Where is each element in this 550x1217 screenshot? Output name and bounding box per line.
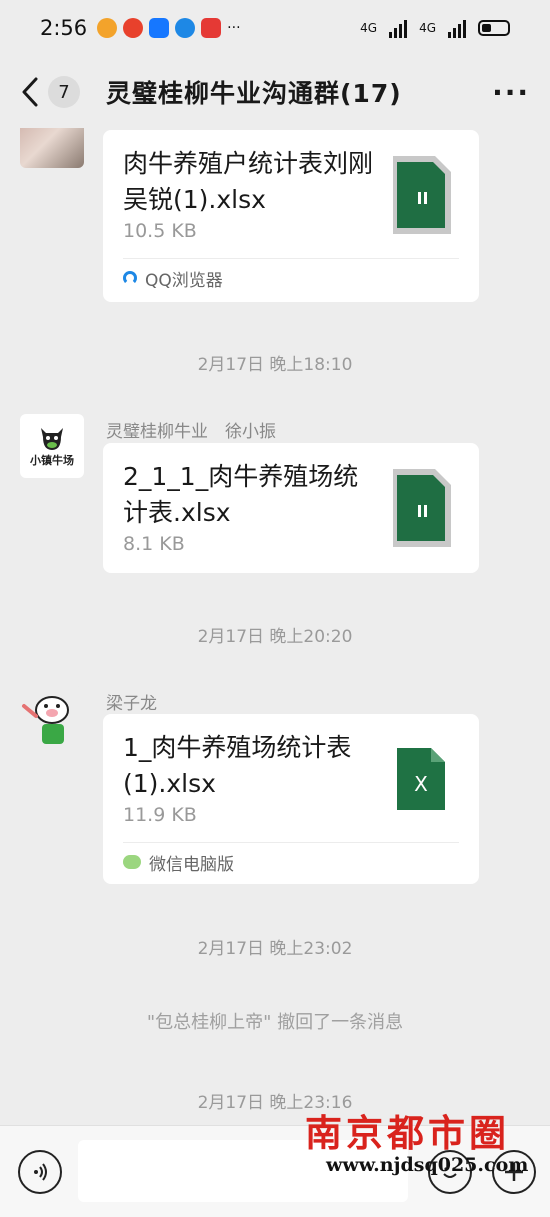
chevron-left-icon	[22, 77, 38, 107]
chat-title: 灵璧桂柳牛业沟通群(17)	[106, 79, 402, 108]
status-right: 4G 4G	[360, 18, 510, 38]
cow-logo-icon	[41, 428, 63, 450]
excel-file-icon	[393, 469, 451, 547]
watermark-logo-text: 南京都市圈	[305, 1111, 510, 1155]
avatar[interactable]: 小镇牛场	[20, 414, 84, 478]
pig-cartoon-icon	[22, 696, 69, 744]
qq-browser-icon	[123, 271, 137, 285]
source-app-label: 微信电脑版	[149, 854, 234, 875]
file-message-card[interactable]: 2_1_1_肉牛养殖场统计表.xlsx 8.1 KB	[103, 443, 479, 573]
sender-name: 灵璧桂柳牛业 徐小振	[106, 422, 276, 442]
more-notifications-icon: ···	[227, 20, 241, 36]
signal-icon	[389, 18, 408, 38]
weibo-icon	[97, 18, 118, 38]
voice-icon	[34, 1163, 47, 1181]
timestamp: 2月17日 晚上20:20	[197, 627, 353, 647]
unread-count-badge: 7	[48, 76, 80, 108]
source-app: 微信电脑版	[123, 842, 459, 881]
more-options-button[interactable]: ···	[492, 76, 530, 109]
file-name: 2_1_1_肉牛养殖场统计表.xlsx	[123, 462, 359, 527]
signal-icon	[448, 18, 466, 38]
excel-file-icon: X	[397, 748, 445, 810]
file-name: 1_肉牛养殖场统计表(1).xlsx	[123, 733, 352, 798]
file-message-card[interactable]: 1_肉牛养殖场统计表(1).xlsx 11.9 KB X 微信电脑版	[103, 714, 479, 884]
app-icon	[201, 18, 222, 38]
chat-header: 7 灵璧桂柳牛业沟通群(17) ···	[0, 56, 550, 128]
excel-file-icon	[393, 156, 451, 234]
back-button[interactable]: 7	[20, 76, 80, 108]
network-label: 4G	[419, 21, 436, 35]
network-label: 4G	[360, 21, 378, 35]
status-time: 2:56	[40, 16, 88, 40]
battery-icon	[478, 20, 510, 36]
avatar[interactable]	[20, 128, 84, 168]
voice-button[interactable]	[18, 1150, 62, 1194]
source-app-label: QQ浏览器	[145, 270, 223, 291]
weibo-icon	[123, 18, 144, 38]
sender-name: 梁子龙	[106, 694, 157, 714]
avatar[interactable]	[20, 686, 84, 750]
recall-notice: "包总桂柳上帝" 撤回了一条消息	[146, 1012, 404, 1033]
source-app: QQ浏览器	[123, 258, 459, 297]
status-app-icons: ···	[97, 18, 241, 38]
timestamp: 2月17日 晚上23:02	[197, 939, 353, 959]
avatar-text: 小镇牛场	[30, 454, 74, 467]
watermark-url: www.njdsq025.com	[326, 1154, 529, 1176]
message-list[interactable]: 肉牛养殖户统计表刘刚吴锐(1).xlsx 10.5 KB QQ浏览器 2月17日…	[0, 128, 550, 1125]
alipay-icon	[149, 18, 170, 38]
file-message-card[interactable]: 肉牛养殖户统计表刘刚吴锐(1).xlsx 10.5 KB QQ浏览器	[103, 130, 479, 302]
excel-icon-letter: X	[414, 772, 428, 796]
status-bar: 2:56 ··· 4G 4G	[0, 0, 550, 56]
wechat-icon	[123, 855, 141, 869]
browser-icon	[175, 18, 196, 38]
file-name: 肉牛养殖户统计表刘刚吴锐(1).xlsx	[123, 149, 374, 214]
timestamp: 2月17日 晚上18:10	[197, 355, 353, 375]
